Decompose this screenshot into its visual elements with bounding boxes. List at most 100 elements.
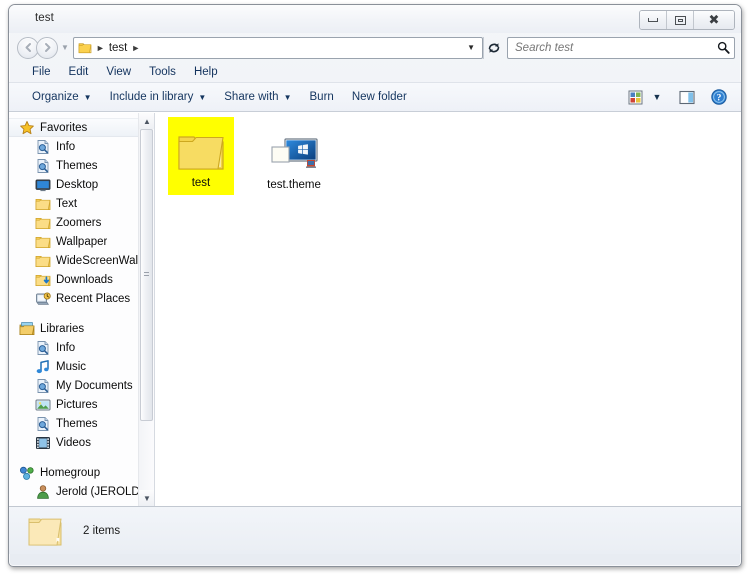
nav-header-homegroup[interactable]: Homegroup xyxy=(9,463,154,482)
nav-group-spacer-2 xyxy=(9,452,154,463)
sidebar-item-pictures[interactable]: Pictures xyxy=(9,395,154,414)
nav-label: Videos xyxy=(56,436,91,449)
nav-group-spacer xyxy=(9,308,154,319)
pictures-icon xyxy=(35,399,51,410)
new-folder-button[interactable]: New folder xyxy=(343,87,416,107)
file-item-test[interactable]: test xyxy=(168,117,234,195)
burn-button[interactable]: Burn xyxy=(301,87,343,107)
organize-button[interactable]: Organize ▼ xyxy=(23,87,101,107)
minimize-icon xyxy=(648,18,658,22)
file-list-pane[interactable]: test test.theme xyxy=(155,113,741,506)
scroll-up-button[interactable]: ▲ xyxy=(139,113,154,129)
forward-button[interactable] xyxy=(36,36,58,59)
close-button[interactable]: ✖ xyxy=(694,11,734,29)
nav-label: Jerold (JEROLD-P xyxy=(56,485,152,498)
nav-label: Recent Places xyxy=(56,292,131,305)
file-item-test-theme[interactable]: test.theme xyxy=(256,117,332,197)
sidebar-item-text[interactable]: Text xyxy=(9,194,154,213)
search-icon[interactable] xyxy=(717,41,730,54)
sidebar-item-music[interactable]: Music xyxy=(9,357,154,376)
title-bar: test ✖ xyxy=(9,5,741,33)
help-button[interactable]: ? xyxy=(707,86,731,108)
sidebar-item-library-themes[interactable]: Themes xyxy=(9,414,154,433)
navigation-list: Favorites Info Themes Desktop Text Zoome… xyxy=(9,113,154,501)
menu-view[interactable]: View xyxy=(97,64,140,80)
search-input[interactable] xyxy=(515,41,717,54)
sidebar-item-desktop[interactable]: Desktop xyxy=(9,175,154,194)
sidebar-item-wallpaper[interactable]: Wallpaper xyxy=(9,232,154,251)
libraries-icon xyxy=(19,321,35,335)
menu-file[interactable]: File xyxy=(23,64,60,80)
change-view-button[interactable] xyxy=(623,86,647,108)
videos-icon xyxy=(35,436,50,449)
sidebar-item-info[interactable]: Info xyxy=(9,137,154,156)
breadcrumb-separator-end[interactable]: ► xyxy=(129,43,142,53)
menu-edit[interactable]: Edit xyxy=(60,64,98,80)
preview-pane-button[interactable] xyxy=(675,86,699,108)
file-items: test test.theme xyxy=(165,117,332,197)
navigation-pane: Favorites Info Themes Desktop Text Zoome… xyxy=(9,113,155,506)
svg-text:?: ? xyxy=(717,94,722,104)
homegroup-icon xyxy=(20,466,34,480)
saved-search-icon xyxy=(37,378,49,393)
nav-label: WideScreenWalls xyxy=(56,254,147,267)
sidebar-item-library-info[interactable]: Info xyxy=(9,338,154,357)
menu-help[interactable]: Help xyxy=(185,64,227,80)
share-with-button[interactable]: Share with ▼ xyxy=(215,87,300,107)
scrollbar-thumb[interactable] xyxy=(140,129,153,421)
sidebar-item-downloads[interactable]: Downloads xyxy=(9,270,154,289)
window-title: test xyxy=(35,12,54,24)
organize-label: Organize xyxy=(32,91,79,103)
back-arrow-icon xyxy=(25,43,31,52)
nav-label: Homegroup xyxy=(40,466,101,479)
folder-icon xyxy=(28,518,62,546)
menu-bar: File Edit View Tools Help xyxy=(9,62,741,83)
nav-header-libraries[interactable]: Libraries xyxy=(9,319,154,338)
nav-label: Info xyxy=(56,341,76,354)
sidebar-item-zoomers[interactable]: Zoomers xyxy=(9,213,154,232)
file-item-label: test.theme xyxy=(267,179,321,191)
explorer-window: test ✖ ▼ ► test ► ▼ Search test File Edi… xyxy=(8,4,742,567)
sidebar-item-jerold[interactable]: Jerold (JEROLD-P xyxy=(9,482,154,501)
chevron-down-icon: ▼ xyxy=(83,92,92,102)
status-bar: 2 items xyxy=(9,506,741,554)
folder-icon xyxy=(35,236,51,248)
breadcrumb-item-test[interactable]: test xyxy=(107,42,130,54)
address-bar[interactable]: ► test ► ▼ xyxy=(72,36,483,59)
restore-button[interactable] xyxy=(667,11,694,29)
include-in-library-button[interactable]: Include in library ▼ xyxy=(101,87,216,107)
nav-label: Music xyxy=(56,360,87,373)
sidebar-item-widescreenwalls[interactable]: WideScreenWalls xyxy=(9,251,154,270)
nav-label: Favorites xyxy=(40,121,88,134)
nav-label: Pictures xyxy=(56,398,98,411)
toolbar-right-group: ▼ ? xyxy=(623,86,735,108)
help-icon: ? xyxy=(711,89,727,105)
saved-search-icon xyxy=(37,158,49,173)
scroll-down-button[interactable]: ▼ xyxy=(139,490,154,506)
file-icon-wrap xyxy=(269,123,319,175)
navigation-pane-scrollbar[interactable]: ▲ ▼ xyxy=(138,113,154,506)
refresh-button[interactable] xyxy=(483,36,503,59)
saved-search-icon xyxy=(37,340,49,355)
sidebar-item-videos[interactable]: Videos xyxy=(9,433,154,452)
view-options-dropdown[interactable]: ▼ xyxy=(649,86,665,108)
address-dropdown-button[interactable]: ▼ xyxy=(463,43,479,52)
search-box[interactable] xyxy=(507,36,735,59)
minimize-button[interactable] xyxy=(640,11,667,29)
nav-label: Libraries xyxy=(40,322,85,335)
forward-arrow-icon xyxy=(44,43,50,52)
command-toolbar: Organize ▼ Include in library ▼ Share wi… xyxy=(9,83,741,112)
close-icon: ✖ xyxy=(708,12,720,28)
window-body: Favorites Info Themes Desktop Text Zoome… xyxy=(9,112,741,506)
sidebar-item-my-documents[interactable]: My Documents xyxy=(9,376,154,395)
nav-label: Zoomers xyxy=(56,216,102,229)
status-text: 2 items xyxy=(83,524,121,537)
file-item-label: test xyxy=(191,177,211,190)
sidebar-item-recent-places[interactable]: Recent Places xyxy=(9,289,154,308)
sidebar-item-themes[interactable]: Themes xyxy=(9,156,154,175)
nav-label: Themes xyxy=(56,159,98,172)
nav-header-favorites[interactable]: Favorites xyxy=(9,118,154,137)
folder-icon xyxy=(35,217,51,229)
menu-tools[interactable]: Tools xyxy=(140,64,185,80)
recent-pages-button[interactable]: ▼ xyxy=(61,43,69,52)
